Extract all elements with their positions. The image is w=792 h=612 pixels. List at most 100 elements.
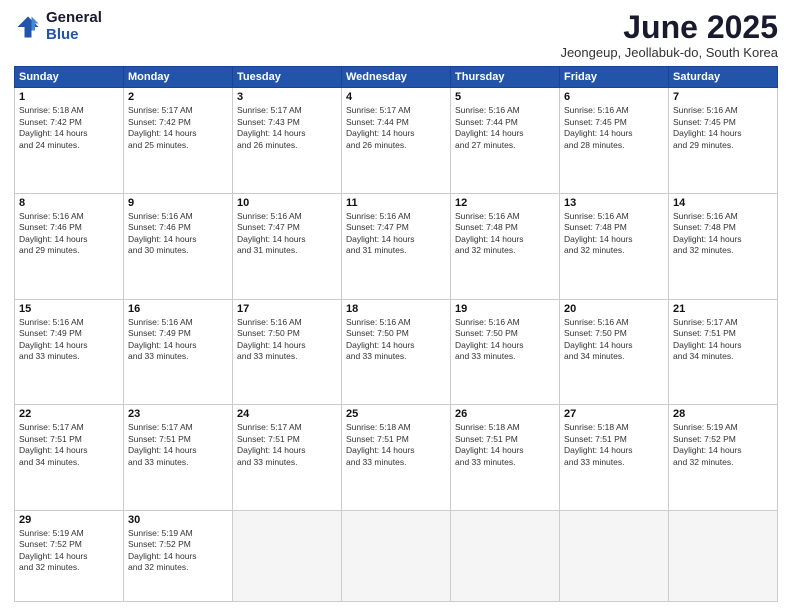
table-row: 13 Sunrise: 5:16 AMSunset: 7:48 PMDayligh…: [560, 193, 669, 299]
day-number: 29: [19, 514, 119, 526]
day-number: 2: [128, 91, 228, 103]
table-row: 14Sunrise: 5:16 AMSunset: 7:48 PMDayligh…: [669, 193, 778, 299]
table-row: 22Sunrise: 5:17 AMSunset: 7:51 PMDayligh…: [15, 405, 124, 511]
table-row: 18 Sunrise: 5:16 AMSunset: 7:50 PMDayligh…: [342, 299, 451, 405]
month-title: June 2025: [560, 10, 778, 45]
day-info: Sunrise: 5:18 AMSunset: 7:51 PMDaylight:…: [346, 422, 446, 468]
day-number: 11: [346, 197, 446, 209]
day-info: Sunrise: 5:16 AMSunset: 7:49 PMDaylight:…: [128, 317, 228, 363]
table-row: [451, 511, 560, 602]
day-number: 7: [673, 91, 773, 103]
table-row: 20Sunrise: 5:16 AMSunset: 7:50 PMDayligh…: [560, 299, 669, 405]
table-row: 11Sunrise: 5:16 AMSunset: 7:47 PMDayligh…: [342, 193, 451, 299]
table-row: 25 Sunrise: 5:18 AMSunset: 7:51 PMDayligh…: [342, 405, 451, 511]
table-row: 7 Sunrise: 5:16 AMSunset: 7:45 PMDaylight…: [669, 88, 778, 194]
day-info: Sunrise: 5:19 AMSunset: 7:52 PMDaylight:…: [128, 528, 228, 574]
day-number: 4: [346, 91, 446, 103]
col-friday: Friday: [560, 67, 669, 88]
table-row: 8Sunrise: 5:16 AMSunset: 7:46 PMDaylight…: [15, 193, 124, 299]
day-number: 26: [455, 408, 555, 420]
day-number: 27: [564, 408, 664, 420]
day-number: 12: [455, 197, 555, 209]
table-row: 12 Sunrise: 5:16 AMSunset: 7:48 PMDayligh…: [451, 193, 560, 299]
day-info: Sunrise: 5:16 AMSunset: 7:46 PMDaylight:…: [19, 211, 119, 257]
table-row: 23 Sunrise: 5:17 AMSunset: 7:51 PMDayligh…: [124, 405, 233, 511]
table-row: 5 Sunrise: 5:16 AMSunset: 7:44 PMDaylight…: [451, 88, 560, 194]
calendar-header-row: Sunday Monday Tuesday Wednesday Thursday…: [15, 67, 778, 88]
table-row: 29Sunrise: 5:19 AMSunset: 7:52 PMDayligh…: [15, 511, 124, 602]
table-row: [342, 511, 451, 602]
day-info: Sunrise: 5:16 AMSunset: 7:47 PMDaylight:…: [237, 211, 337, 257]
day-info: Sunrise: 5:16 AMSunset: 7:45 PMDaylight:…: [673, 105, 773, 151]
day-number: 10: [237, 197, 337, 209]
day-number: 3: [237, 91, 337, 103]
day-info: Sunrise: 5:17 AMSunset: 7:51 PMDaylight:…: [237, 422, 337, 468]
day-info: Sunrise: 5:16 AMSunset: 7:50 PMDaylight:…: [564, 317, 664, 363]
day-number: 16: [128, 303, 228, 315]
table-row: 19 Sunrise: 5:16 AMSunset: 7:50 PMDayligh…: [451, 299, 560, 405]
table-row: 3 Sunrise: 5:17 AMSunset: 7:43 PMDaylight…: [233, 88, 342, 194]
title-block: June 2025 Jeongeup, Jeollabuk-do, South …: [560, 10, 778, 60]
table-row: 26 Sunrise: 5:18 AMSunset: 7:51 PMDayligh…: [451, 405, 560, 511]
day-number: 1: [19, 91, 119, 103]
logo-general-text: General: [46, 10, 102, 27]
header: General Blue June 2025 Jeongeup, Jeollab…: [14, 10, 778, 60]
day-info: Sunrise: 5:17 AMSunset: 7:44 PMDaylight:…: [346, 105, 446, 151]
day-info: Sunrise: 5:18 AMSunset: 7:51 PMDaylight:…: [455, 422, 555, 468]
day-number: 5: [455, 91, 555, 103]
day-info: Sunrise: 5:17 AMSunset: 7:43 PMDaylight:…: [237, 105, 337, 151]
day-number: 23: [128, 408, 228, 420]
day-info: Sunrise: 5:16 AMSunset: 7:48 PMDaylight:…: [455, 211, 555, 257]
day-info: Sunrise: 5:17 AMSunset: 7:51 PMDaylight:…: [673, 317, 773, 363]
day-number: 18: [346, 303, 446, 315]
col-saturday: Saturday: [669, 67, 778, 88]
logo-blue-text: Blue: [46, 27, 102, 44]
day-info: Sunrise: 5:18 AMSunset: 7:42 PMDaylight:…: [19, 105, 119, 151]
table-row: 21 Sunrise: 5:17 AMSunset: 7:51 PMDayligh…: [669, 299, 778, 405]
day-number: 6: [564, 91, 664, 103]
table-row: 1 Sunrise: 5:18 AMSunset: 7:42 PMDaylight…: [15, 88, 124, 194]
day-number: 9: [128, 197, 228, 209]
col-tuesday: Tuesday: [233, 67, 342, 88]
table-row: 4 Sunrise: 5:17 AMSunset: 7:44 PMDaylight…: [342, 88, 451, 194]
day-info: Sunrise: 5:17 AMSunset: 7:51 PMDaylight:…: [128, 422, 228, 468]
day-number: 25: [346, 408, 446, 420]
table-row: 17 Sunrise: 5:16 AMSunset: 7:50 PMDayligh…: [233, 299, 342, 405]
day-number: 17: [237, 303, 337, 315]
location-subtitle: Jeongeup, Jeollabuk-do, South Korea: [560, 45, 778, 60]
table-row: 10 Sunrise: 5:16 AMSunset: 7:47 PMDayligh…: [233, 193, 342, 299]
table-row: 30 Sunrise: 5:19 AMSunset: 7:52 PMDayligh…: [124, 511, 233, 602]
col-wednesday: Wednesday: [342, 67, 451, 88]
day-info: Sunrise: 5:16 AMSunset: 7:48 PMDaylight:…: [564, 211, 664, 257]
day-info: Sunrise: 5:16 AMSunset: 7:50 PMDaylight:…: [455, 317, 555, 363]
day-info: Sunrise: 5:18 AMSunset: 7:51 PMDaylight:…: [564, 422, 664, 468]
day-number: 19: [455, 303, 555, 315]
day-number: 15: [19, 303, 119, 315]
day-number: 28: [673, 408, 773, 420]
col-monday: Monday: [124, 67, 233, 88]
day-info: Sunrise: 5:16 AMSunset: 7:50 PMDaylight:…: [346, 317, 446, 363]
day-info: Sunrise: 5:16 AMSunset: 7:48 PMDaylight:…: [673, 211, 773, 257]
day-info: Sunrise: 5:17 AMSunset: 7:42 PMDaylight:…: [128, 105, 228, 151]
day-info: Sunrise: 5:16 AMSunset: 7:49 PMDaylight:…: [19, 317, 119, 363]
table-row: 6Sunrise: 5:16 AMSunset: 7:45 PMDaylight…: [560, 88, 669, 194]
day-number: 13: [564, 197, 664, 209]
table-row: 15 Sunrise: 5:16 AMSunset: 7:49 PMDayligh…: [15, 299, 124, 405]
day-number: 24: [237, 408, 337, 420]
calendar-table: Sunday Monday Tuesday Wednesday Thursday…: [14, 66, 778, 602]
page: General Blue June 2025 Jeongeup, Jeollab…: [0, 0, 792, 612]
logo: General Blue: [14, 10, 102, 43]
day-info: Sunrise: 5:16 AMSunset: 7:50 PMDaylight:…: [237, 317, 337, 363]
table-row: 24 Sunrise: 5:17 AMSunset: 7:51 PMDayligh…: [233, 405, 342, 511]
logo-icon: [14, 13, 42, 41]
table-row: [233, 511, 342, 602]
col-sunday: Sunday: [15, 67, 124, 88]
day-number: 30: [128, 514, 228, 526]
day-info: Sunrise: 5:19 AMSunset: 7:52 PMDaylight:…: [673, 422, 773, 468]
table-row: 28 Sunrise: 5:19 AMSunset: 7:52 PMDayligh…: [669, 405, 778, 511]
logo-text: General Blue: [46, 10, 102, 43]
table-row: 9Sunrise: 5:16 AMSunset: 7:46 PMDaylight…: [124, 193, 233, 299]
day-number: 21: [673, 303, 773, 315]
table-row: 2 Sunrise: 5:17 AMSunset: 7:42 PMDaylight…: [124, 88, 233, 194]
day-info: Sunrise: 5:16 AMSunset: 7:44 PMDaylight:…: [455, 105, 555, 151]
